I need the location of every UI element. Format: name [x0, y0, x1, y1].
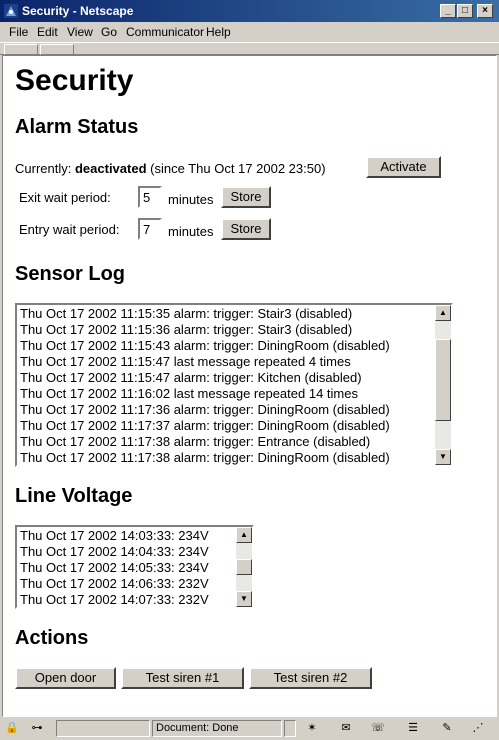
test-siren-2-button[interactable]: Test siren #2 [249, 667, 372, 689]
scroll-thumb[interactable] [435, 339, 451, 421]
status-divider [284, 720, 296, 737]
line-voltage-heading: Line Voltage [15, 485, 133, 507]
alarm-status-heading: Alarm Status [15, 116, 139, 138]
exit-store-button[interactable]: Store [221, 186, 271, 208]
mail-icon[interactable]: ✉ [338, 721, 354, 735]
entry-wait-label: Entry wait period: [19, 222, 120, 237]
list-item[interactable]: Thu Oct 17 2002 14:03:33: 234V [20, 528, 234, 544]
list-item[interactable]: Thu Oct 17 2002 11:15:47 alarm: trigger:… [20, 370, 433, 386]
menu-bar: File Edit View Go Communicator Help [0, 22, 499, 42]
alarm-status-line: Currently: deactivated (since Thu Oct 17… [15, 161, 326, 176]
toolbar-strip [0, 42, 499, 55]
resize-grip-icon[interactable]: ⋰ [470, 721, 486, 735]
scroll-up-icon[interactable]: ▲ [435, 305, 451, 321]
status-bar: 🔒 ⊶ Document: Done ✶ ✉ ☏ ☰ ✎ ⋰ [0, 717, 499, 740]
list-item[interactable]: Thu Oct 17 2002 11:16:02 last message re… [20, 386, 433, 402]
list-item[interactable]: Thu Oct 17 2002 14:07:33: 232V [20, 592, 234, 607]
menu-communicator[interactable]: Communicator [126, 25, 204, 39]
progress-box [56, 720, 150, 737]
composer-icon[interactable]: ✎ [439, 721, 455, 735]
scroll-up-icon[interactable]: ▲ [236, 527, 252, 543]
entry-minutes-label: minutes [168, 224, 214, 239]
status-text: Document: Done [152, 720, 282, 737]
list-item[interactable]: Thu Oct 17 2002 11:17:38 alarm: trigger:… [20, 434, 433, 450]
exit-wait-label: Exit wait period: [19, 190, 111, 205]
exit-wait-input[interactable] [138, 186, 162, 208]
list-item[interactable]: Thu Oct 17 2002 14:04:33: 234V [20, 544, 234, 560]
alarm-since: (since Thu Oct 17 2002 23:50) [150, 161, 326, 176]
currently-label: Currently: [15, 161, 72, 176]
netscape-logo-icon [4, 4, 18, 18]
navigator-icon[interactable]: ✶ [304, 721, 320, 735]
open-door-button[interactable]: Open door [15, 667, 116, 689]
scroll-thumb[interactable] [236, 559, 252, 575]
line-voltage-rows: Thu Oct 17 2002 14:03:33: 234V Thu Oct 1… [20, 528, 234, 607]
sensor-log-rows: Thu Oct 17 2002 11:15:35 alarm: trigger:… [20, 306, 433, 465]
menu-go[interactable]: Go [101, 25, 117, 39]
scroll-down-icon[interactable]: ▼ [236, 591, 252, 607]
menu-edit[interactable]: Edit [37, 25, 58, 39]
list-item[interactable]: Thu Oct 17 2002 14:05:33: 234V [20, 560, 234, 576]
list-item[interactable]: Thu Oct 17 2002 11:17:38 alarm: trigger:… [20, 450, 433, 465]
toolbar-grip[interactable] [4, 44, 38, 55]
line-voltage-scrollbar[interactable]: ▲ ▼ [236, 527, 252, 607]
list-item[interactable]: Thu Oct 17 2002 11:17:36 alarm: trigger:… [20, 402, 433, 418]
menu-file[interactable]: File [9, 25, 28, 39]
close-button[interactable]: × [477, 4, 493, 18]
page-content: Security Alarm Status Currently: deactiv… [2, 55, 497, 717]
exit-minutes-label: minutes [168, 192, 214, 207]
sensor-log-heading: Sensor Log [15, 263, 126, 285]
title-bar[interactable]: Security - Netscape _ □ × [0, 0, 499, 22]
sensor-log-scrollbar[interactable]: ▲ ▼ [435, 305, 451, 465]
maximize-button[interactable]: □ [457, 4, 473, 18]
sensor-log-list[interactable]: Thu Oct 17 2002 11:15:35 alarm: trigger:… [15, 303, 453, 467]
actions-heading: Actions [15, 627, 89, 649]
page-title: Security [15, 64, 134, 97]
list-item[interactable]: Thu Oct 17 2002 11:15:47 last message re… [20, 354, 433, 370]
list-item[interactable]: Thu Oct 17 2002 11:15:35 alarm: trigger:… [20, 306, 433, 322]
activate-button[interactable]: Activate [366, 156, 441, 178]
menu-help[interactable]: Help [206, 25, 231, 39]
security-lock-icon[interactable]: 🔒 [4, 721, 20, 735]
test-siren-1-button[interactable]: Test siren #1 [121, 667, 244, 689]
list-item[interactable]: Thu Oct 17 2002 11:15:36 alarm: trigger:… [20, 322, 433, 338]
entry-store-button[interactable]: Store [221, 218, 271, 240]
newsgroups-icon[interactable]: ☏ [370, 721, 386, 735]
address-book-icon[interactable]: ☰ [405, 721, 421, 735]
list-item[interactable]: Thu Oct 17 2002 11:15:43 alarm: trigger:… [20, 338, 433, 354]
minimize-button[interactable]: _ [440, 4, 456, 18]
alarm-state: deactivated [74, 161, 147, 176]
toolbar-grip[interactable] [40, 44, 74, 55]
window-title: Security - Netscape [22, 4, 134, 18]
list-item[interactable]: Thu Oct 17 2002 14:06:33: 232V [20, 576, 234, 592]
menu-view[interactable]: View [67, 25, 93, 39]
entry-wait-input[interactable] [138, 218, 162, 240]
scroll-down-icon[interactable]: ▼ [435, 449, 451, 465]
line-voltage-list[interactable]: Thu Oct 17 2002 14:03:33: 234V Thu Oct 1… [15, 525, 254, 609]
connection-icon[interactable]: ⊶ [24, 721, 50, 735]
list-item[interactable]: Thu Oct 17 2002 11:17:37 alarm: trigger:… [20, 418, 433, 434]
